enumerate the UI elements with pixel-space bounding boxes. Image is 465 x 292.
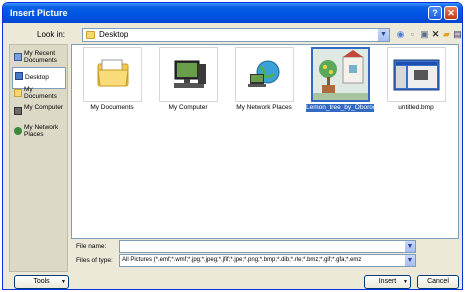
chevron-down-icon: ▼ (403, 279, 408, 285)
look-in-dropdown[interactable]: Desktop ▼ (82, 28, 390, 42)
insert-picture-dialog: Insert Picture ? ✕ Look in: Desktop ▼ ◉ … (2, 2, 463, 290)
file-name: My Computer (168, 104, 208, 111)
look-in-row: Look in: Desktop ▼ ◉ ▫ ▣ ✕ ▰ ▤ (9, 27, 462, 43)
place-my-computer[interactable]: My Computer (12, 103, 66, 125)
cancel-label: Cancel (427, 278, 449, 285)
file-name: My Network Places (236, 104, 292, 111)
title-bar: Insert Picture ? ✕ (3, 3, 462, 23)
new-folder-icon[interactable]: ▰ (441, 29, 452, 40)
search-web-icon[interactable]: ▣ (419, 29, 430, 40)
look-in-label: Look in: (37, 30, 66, 39)
file-name: My Documents (90, 104, 134, 111)
desktop-icon (15, 72, 23, 80)
close-button[interactable]: ✕ (444, 6, 458, 20)
place-network-places[interactable]: My Network Places (12, 123, 66, 145)
chevron-down-icon[interactable]: ▼ (378, 29, 389, 41)
look-in-value: Desktop (99, 30, 129, 39)
recent-documents-icon (14, 53, 22, 61)
file-item-lemon-tree-jpg[interactable]: Lemon_tree_by_Oborochann.jpg (306, 47, 402, 127)
views-menu-icon[interactable]: ▤ (452, 29, 462, 40)
my-computer-icon (14, 107, 22, 115)
insert-button[interactable]: Insert ▼ (364, 275, 411, 289)
places-bar: My Recent Documents Desktop My Documents… (9, 44, 68, 272)
delete-icon[interactable]: ✕ (430, 29, 441, 40)
network-icon (235, 47, 294, 102)
image-thumbnail (387, 47, 446, 102)
tools-label: Tools (33, 278, 50, 285)
place-label: My Network Places (24, 124, 59, 138)
file-name-label: File name: (76, 243, 107, 250)
file-name-input[interactable] (119, 240, 416, 253)
image-thumbnail (311, 47, 370, 102)
file-type-label: Files of type: (76, 257, 113, 264)
file-type-dropdown[interactable]: All Pictures (*.emf;*.wmf;*.jpg;*.jpeg;*… (119, 254, 416, 267)
desktop-folder-icon (86, 31, 95, 39)
dialog-title: Insert Picture (10, 8, 68, 18)
chevron-down-icon: ▼ (61, 279, 66, 285)
file-list[interactable]: My Documents My Computer My Network Plac… (71, 44, 459, 239)
file-item-untitled-bmp[interactable]: untitled.bmp (382, 47, 450, 127)
file-item-my-documents[interactable]: My Documents (78, 47, 146, 127)
file-item-network-places[interactable]: My Network Places (230, 47, 298, 127)
computer-icon (159, 47, 218, 102)
file-type-row: Files of type: All Pictures (*.emf;*.wmf… (76, 254, 459, 268)
help-button[interactable]: ? (428, 6, 442, 20)
my-documents-icon (14, 89, 22, 97)
back-icon[interactable]: ◉ (395, 29, 406, 40)
folder-icon (83, 47, 142, 102)
place-label: My Recent Documents (24, 50, 57, 64)
up-folder-icon[interactable]: ▫ (407, 29, 418, 40)
place-label: Desktop (25, 74, 49, 81)
tools-button[interactable]: Tools ▼ (14, 275, 69, 289)
file-name-row: File name: ▼ (76, 240, 459, 254)
file-name: Lemon_tree_by_Oborochann.jpg (306, 104, 402, 112)
place-label: My Documents (24, 86, 57, 100)
chevron-down-icon[interactable]: ▼ (405, 255, 415, 266)
place-label: My Computer (24, 104, 64, 111)
chevron-down-icon[interactable]: ▼ (405, 241, 415, 252)
network-places-icon (14, 127, 22, 135)
file-name: untitled.bmp (398, 104, 434, 111)
file-item-my-computer[interactable]: My Computer (154, 47, 222, 127)
cancel-button[interactable]: Cancel (417, 275, 459, 289)
insert-label: Insert (378, 278, 397, 285)
